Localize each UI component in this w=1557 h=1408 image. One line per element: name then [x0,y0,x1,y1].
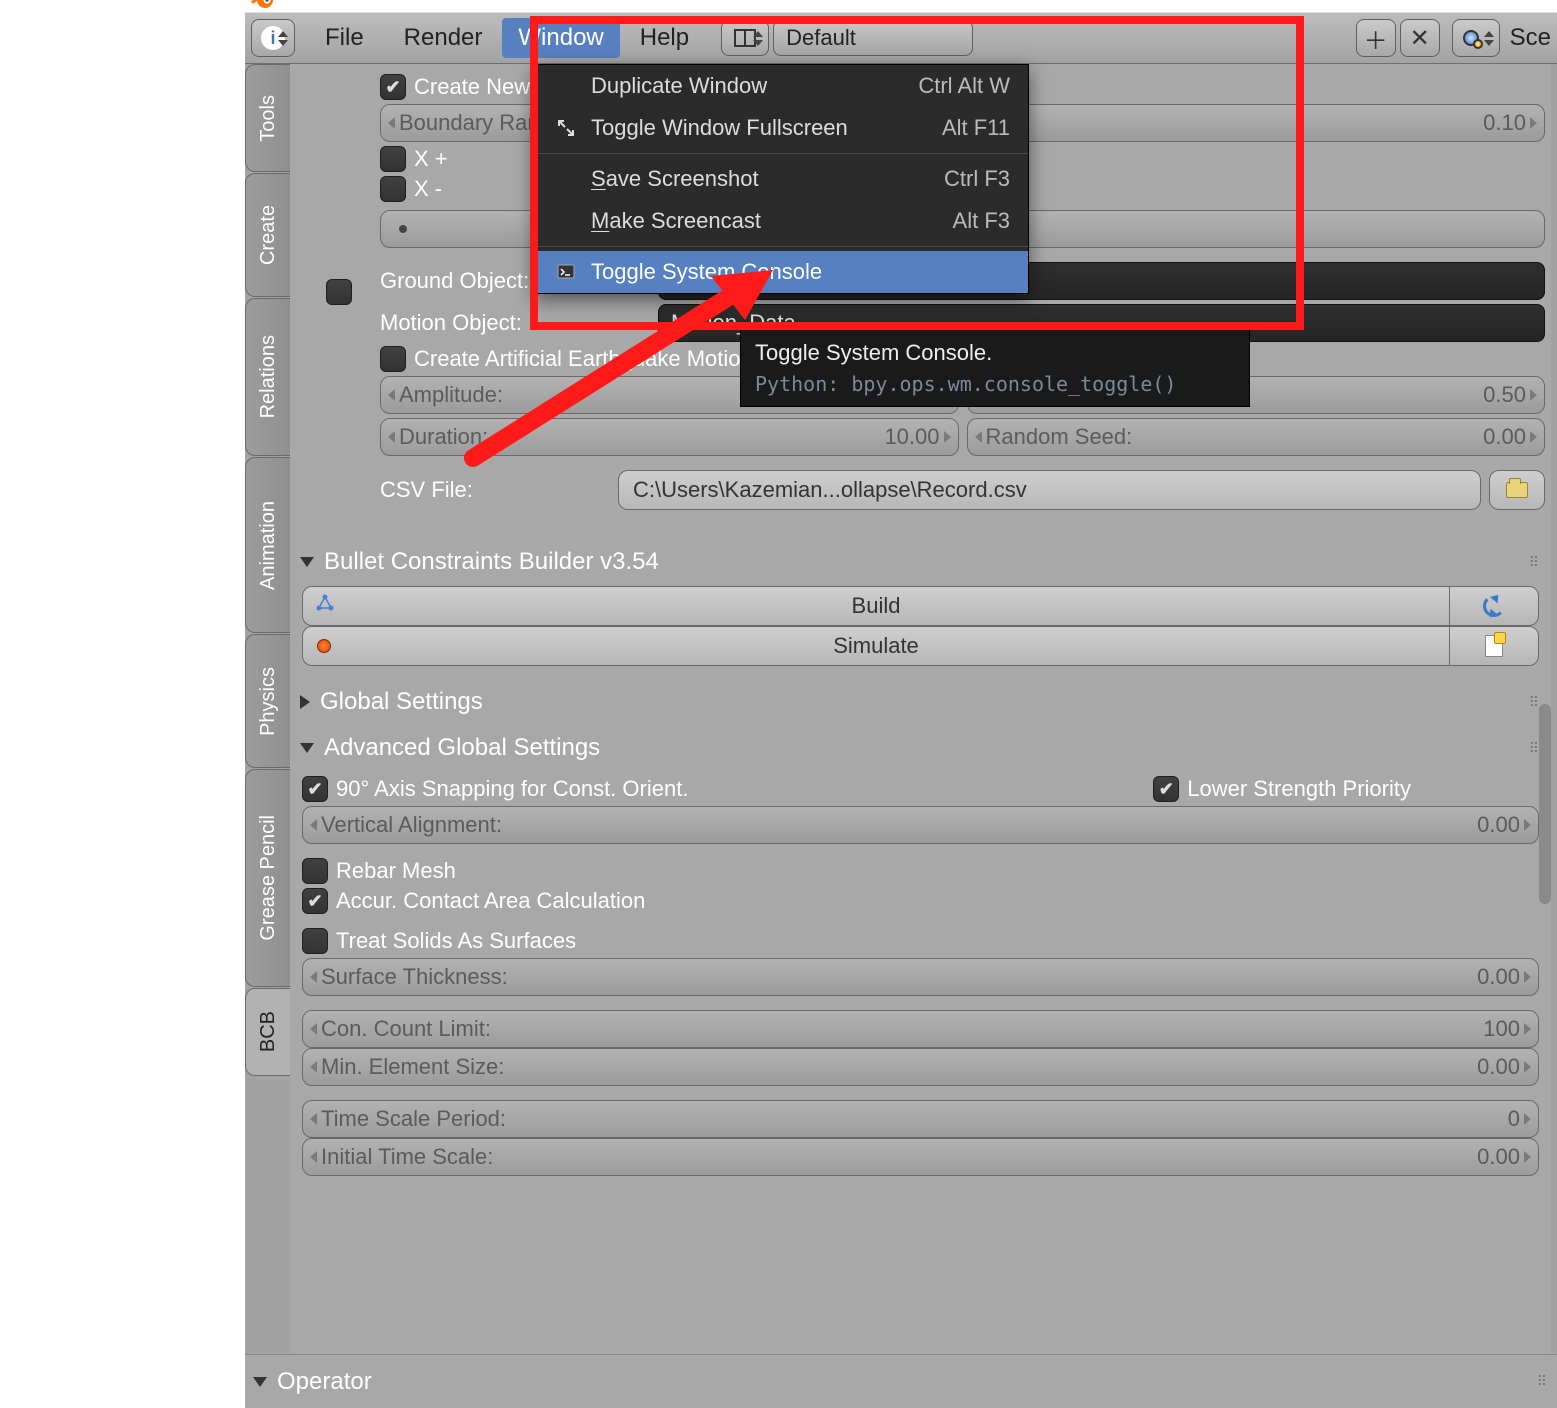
enable-foundation-checkbox[interactable] [326,279,352,305]
menu-render[interactable]: Render [384,24,503,52]
chevron-right-icon [300,695,310,709]
min-element-size-field[interactable]: Min. Element Size:0.00 [302,1048,1539,1086]
refresh-icon [1483,595,1505,617]
x-minus-label: X - [414,176,442,202]
menu-duplicate-window[interactable]: Duplicate Window Ctrl Alt W [535,65,1028,107]
rebar-mesh-checkbox[interactable] [302,858,328,884]
grip-icon: ⠿ [1529,554,1541,571]
blender-logo-icon [251,0,275,12]
simulate-new-button[interactable] [1449,626,1539,666]
scene-browse[interactable] [1452,19,1500,57]
axis-snapping-label: 90° Axis Snapping for Const. Orient. [336,776,1145,802]
new-document-icon [1485,635,1503,657]
x-minus-checkbox[interactable] [380,176,406,202]
tab-physics[interactable]: Physics [245,634,290,768]
axis-snapping-checkbox[interactable] [302,776,328,802]
bcb-panel-header[interactable]: Bullet Constraints Builder v3.54 ⠿ [296,542,1545,582]
accur-contact-label: Accur. Contact Area Calculation [336,888,645,914]
add-screen-layout-button[interactable]: ＋ [1356,19,1396,57]
window-menu-dropdown: Duplicate Window Ctrl Alt W Toggle Windo… [534,64,1029,294]
tab-relations[interactable]: Relations [245,298,290,456]
lower-strength-label: Lower Strength Priority [1187,776,1411,802]
create-new-checkbox[interactable] [380,74,406,100]
bcb-panel-title: Bullet Constraints Builder v3.54 [324,548,659,576]
console-icon [553,263,579,281]
vertical-alignment-field[interactable]: Vertical Alignment:0.00 [302,806,1539,844]
editor-type-selector[interactable]: i [251,19,295,57]
window-titlebar: Blender [C:\Users\KazemianM\Desktop\Arti… [245,0,1557,12]
scrollbar-thumb[interactable] [1539,704,1551,904]
tab-grease-pencil[interactable]: Grease Pencil [245,769,290,987]
advanced-settings-title: Advanced Global Settings [324,734,600,762]
menu-make-screencast[interactable]: Make Screencast Alt F3 [535,200,1028,242]
plus-icon: ＋ [1364,21,1388,56]
x-plus-checkbox[interactable] [380,146,406,172]
surface-thickness-field[interactable]: Surface Thickness:0.00 [302,958,1539,996]
menu-save-screenshot[interactable]: Save Screenshot Ctrl F3 [535,158,1028,200]
tab-bcb[interactable]: BCB [245,988,290,1076]
artificial-motion-label: Create Artificial Earthquake Motion [414,346,753,372]
screen-layout-name-text: Default [786,25,856,51]
screen-layout-name[interactable]: Default [773,20,973,56]
duration-field[interactable]: Duration:10.00 [380,418,959,456]
treat-solids-checkbox[interactable] [302,928,328,954]
chevron-down-icon [300,557,314,567]
chevron-down-icon [253,1377,267,1387]
scene-icon-2 [1473,39,1483,49]
delete-screen-layout-button[interactable]: ✕ [1400,19,1440,57]
operator-label: Operator [277,1368,372,1396]
global-settings-title: Global Settings [320,688,483,716]
con-count-limit-field[interactable]: Con. Count Limit:100 [302,1010,1539,1048]
header-bar: i File Render Window Help Default ＋ ✕ Sc… [245,12,1557,64]
menu-toggle-fullscreen[interactable]: Toggle Window Fullscreen Alt F11 [535,107,1028,149]
build-button[interactable]: Build [302,586,1449,626]
fullscreen-icon [553,119,579,137]
close-icon: ✕ [1410,24,1430,53]
tooltip-title: Toggle System Console. [755,340,1235,366]
global-settings-header[interactable]: Global Settings ⠿ [296,682,1545,722]
rebar-mesh-label: Rebar Mesh [336,858,456,884]
csv-file-label: CSV File: [380,477,610,503]
operator-panel[interactable]: Operator ⠿ [245,1354,1557,1408]
menu-help[interactable]: Help [620,24,709,52]
tooltip-python: Python: bpy.ops.wm.console_toggle() [755,372,1235,396]
tooltip: Toggle System Console. Python: bpy.ops.w… [740,329,1250,407]
menu-toggle-system-console[interactable]: Toggle System Console [535,251,1028,293]
initial-time-scale-field[interactable]: Initial Time Scale:0.00 [302,1138,1539,1176]
lower-strength-checkbox[interactable] [1153,776,1179,802]
tab-create[interactable]: Create [245,173,290,297]
record-icon [317,639,331,653]
tab-tools[interactable]: Tools [245,64,290,172]
treat-solids-label: Treat Solids As Surfaces [336,928,576,954]
csv-file-field[interactable]: C:\Users\Kazemian...ollapse\Record.csv [618,470,1481,510]
screen-layout-browse[interactable] [721,20,769,56]
simulate-button[interactable]: Simulate [302,626,1449,666]
build-refresh-button[interactable] [1449,586,1539,626]
tool-tabs: Tools Create Relations Animation Physics… [245,64,290,1354]
random-seed-field[interactable]: Random Seed:0.00 [967,418,1546,456]
chevron-down-icon [300,743,314,753]
menu-file[interactable]: File [305,24,384,52]
accur-contact-checkbox[interactable] [302,888,328,914]
tab-animation[interactable]: Animation [245,457,290,633]
menu-window[interactable]: Window [502,18,619,58]
build-icon [315,593,335,619]
x-plus-label: X + [414,146,448,172]
grip-icon: ⠿ [1537,1373,1549,1390]
folder-icon [1506,482,1528,498]
motion-object-label: Motion Object: [380,310,650,336]
time-scale-period-field[interactable]: Time Scale Period:0 [302,1100,1539,1138]
scene-name[interactable]: Sce [1510,24,1551,52]
advanced-settings-header[interactable]: Advanced Global Settings ⠿ [296,728,1545,768]
csv-file-browse-button[interactable] [1489,470,1545,510]
artificial-motion-checkbox[interactable] [380,346,406,372]
